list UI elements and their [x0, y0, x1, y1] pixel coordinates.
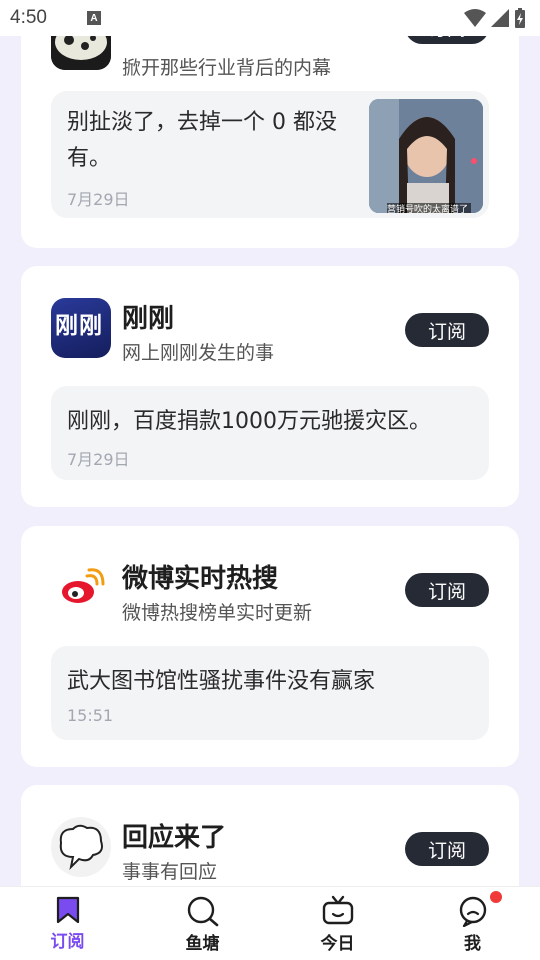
channel-description: 网上刚刚发生的事: [122, 342, 275, 364]
post-thumbnail[interactable]: 营销号吹的太离谱了: [369, 99, 483, 213]
channel-description: 掀开那些行业背后的内幕: [122, 57, 332, 79]
channel-description: 微博热搜榜单实时更新: [122, 602, 313, 624]
speech-bubble-icon: [59, 824, 103, 871]
channel-name[interactable]: 刚刚: [122, 298, 174, 335]
channel-header: 回应来了 事事有回应 订阅: [51, 817, 489, 886]
subscribe-button[interactable]: 订阅: [405, 313, 489, 347]
channel-card: 微博实时热搜 微博热搜榜单实时更新 订阅 武大图书馆性骚扰事件没有赢家 15:5…: [21, 526, 519, 767]
bottom-tab-bar: 订阅 鱼塘 今日 我: [0, 886, 540, 960]
tab-subscribe[interactable]: 订阅: [0, 887, 135, 960]
channel-header: 微博实时热搜 微博热搜榜单实时更新 订阅: [51, 558, 489, 628]
channel-card: 掀开那些行业背后的内幕 订阅 别扯淡了，去掉一个 0 都没有。 7月29日 营销…: [21, 36, 519, 248]
channel-name[interactable]: 微博实时热搜: [122, 558, 278, 595]
channel-card: 回应来了 事事有回应 订阅: [21, 785, 519, 886]
tab-pond[interactable]: 鱼塘: [135, 887, 270, 960]
bookmark-icon: [56, 896, 79, 924]
channel-avatar[interactable]: 刚刚: [51, 298, 111, 358]
status-bar: 4:50 A: [0, 0, 540, 36]
subscribe-button[interactable]: 订阅: [405, 832, 489, 866]
tab-label: 订阅: [50, 932, 85, 952]
subscription-feed[interactable]: 掀开那些行业背后的内幕 订阅 别扯淡了，去掉一个 0 都没有。 7月29日 营销…: [0, 36, 540, 886]
channel-avatar-text: 刚刚: [55, 313, 103, 339]
channel-avatar[interactable]: [51, 558, 111, 618]
channel-header: 掀开那些行业背后的内幕 订阅: [51, 36, 489, 80]
post-item[interactable]: 别扯淡了，去掉一个 0 都没有。 7月29日 营销号吹的太离谱了: [51, 91, 489, 218]
channel-avatar[interactable]: [51, 817, 111, 877]
channel-name[interactable]: 回应来了: [122, 817, 226, 854]
accessibility-icon: A: [86, 11, 101, 25]
search-icon: [187, 896, 218, 927]
tab-label: 鱼塘: [185, 934, 220, 954]
post-date: 7月29日: [67, 450, 130, 469]
weibo-logo-icon: [62, 568, 105, 603]
tab-today[interactable]: 今日: [270, 887, 405, 960]
notification-dot: [490, 891, 502, 903]
post-date: 7月29日: [67, 190, 130, 209]
wifi-icon: [464, 9, 486, 27]
battery-icon: [515, 8, 525, 28]
post-date: 15:51: [67, 706, 114, 725]
post-title: 刚刚，百度捐款1000万元驰援灾区。: [67, 409, 431, 434]
post-title: 武大图书馆性骚扰事件没有赢家: [67, 669, 376, 694]
thumbnail-caption: 营销号吹的太离谱了: [387, 205, 469, 213]
channel-description: 事事有回应: [122, 861, 218, 883]
channel-card: 刚刚 刚刚 网上刚刚发生的事 订阅 刚刚，百度捐款1000万元驰援灾区。 7月2…: [21, 266, 519, 507]
status-icons: [464, 7, 526, 29]
chat-bubble-icon: [459, 896, 486, 927]
post-item[interactable]: 武大图书馆性骚扰事件没有赢家 15:51: [51, 646, 489, 740]
post-title: 别扯淡了，去掉一个 0 都没有。: [67, 110, 337, 171]
tv-icon: [322, 895, 353, 925]
signal-icon: [491, 9, 509, 27]
channel-avatar[interactable]: [51, 36, 111, 70]
status-time: 4:50: [10, 7, 47, 28]
tab-label: 今日: [320, 934, 355, 954]
channel-header: 刚刚 刚刚 网上刚刚发生的事 订阅: [51, 298, 489, 368]
subscribe-button[interactable]: 订阅: [405, 36, 489, 44]
post-item[interactable]: 刚刚，百度捐款1000万元驰援灾区。 7月29日: [51, 386, 489, 480]
subscribe-button[interactable]: 订阅: [405, 573, 489, 607]
tab-me[interactable]: 我: [405, 887, 540, 960]
tab-label: 我: [464, 934, 481, 954]
